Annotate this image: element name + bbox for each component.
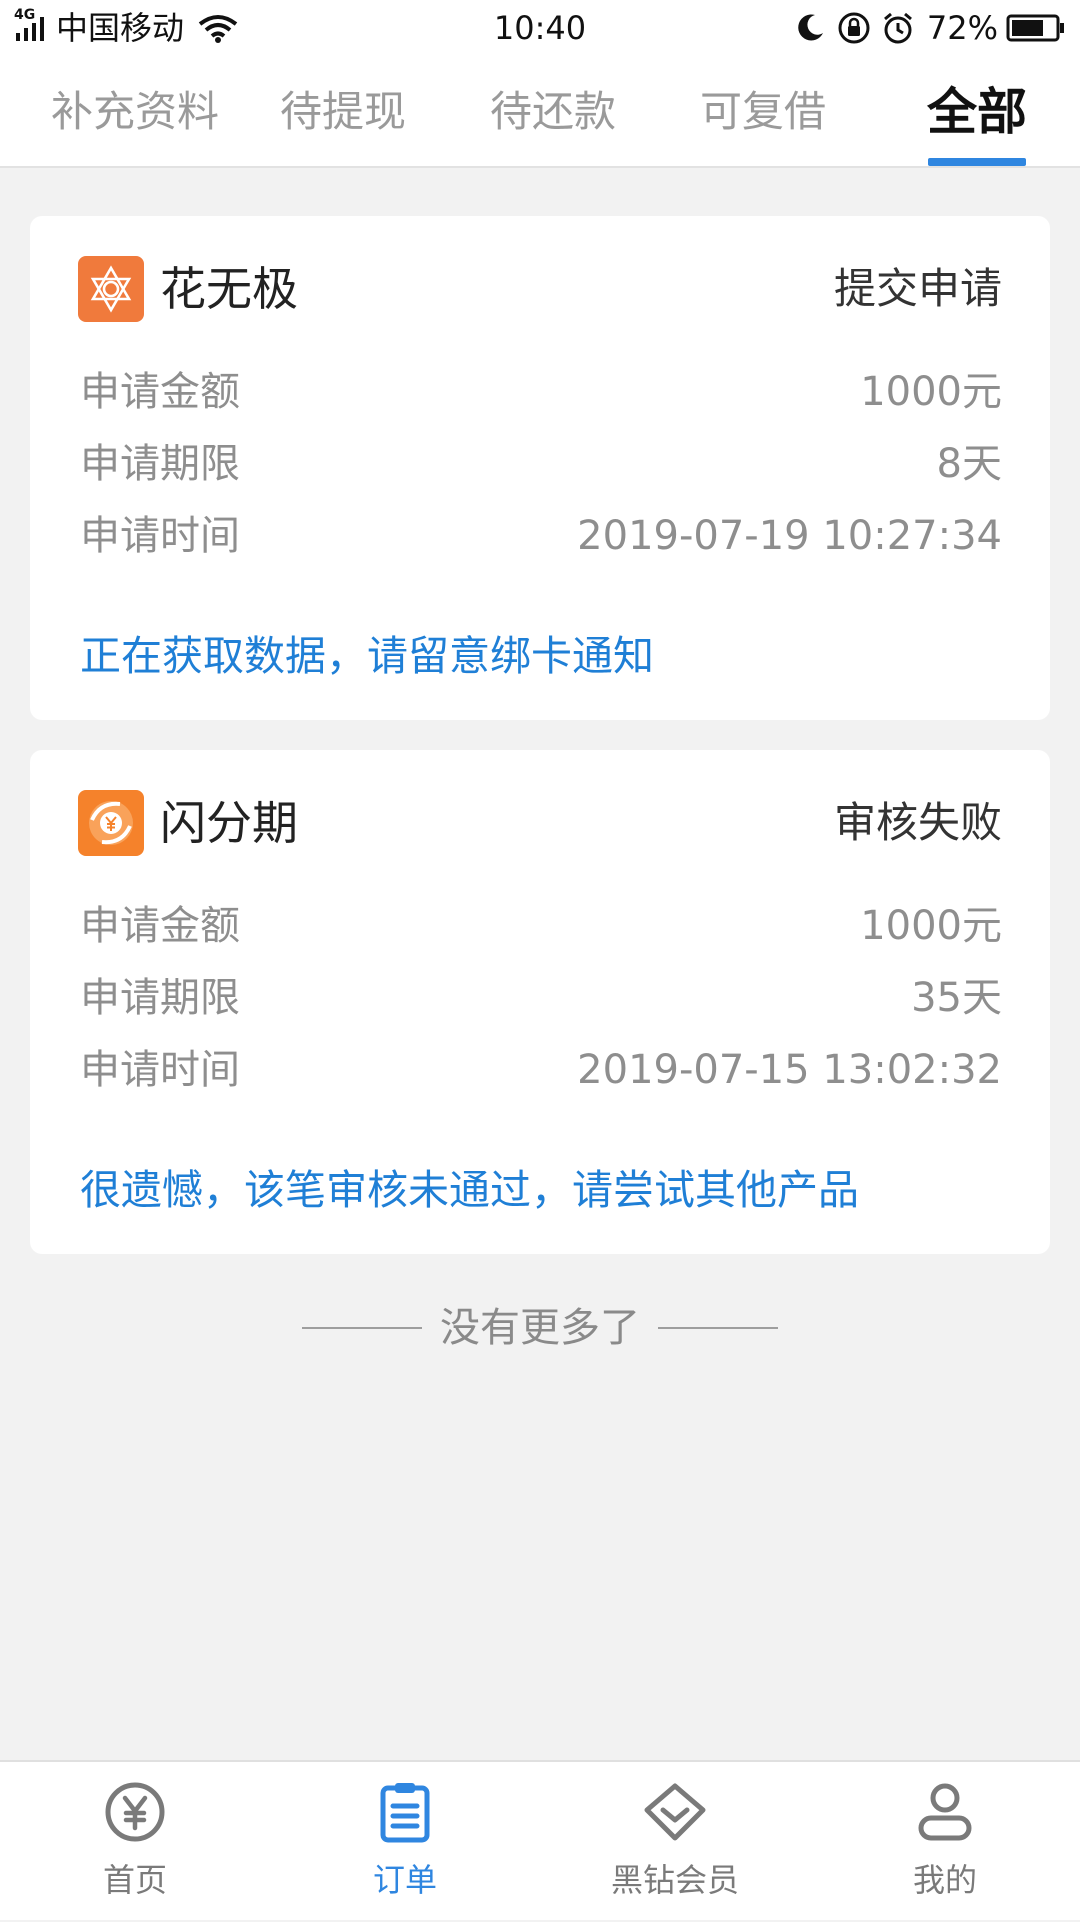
row-label: 申请时间 [80, 513, 240, 559]
order-detail-row: 申请金额 1000元 [80, 896, 1002, 956]
order-detail-row: 申请期限 8天 [80, 434, 1002, 494]
yuan-circle-icon [105, 1782, 165, 1842]
row-value: 35天 [911, 975, 1002, 1021]
order-detail-row: 申请时间 2019-07-19 10:27:34 [80, 506, 1002, 566]
user-icon [918, 1783, 972, 1841]
status-bar: 4G 中国移动 10:40 72% [0, 0, 1080, 56]
rotation-lock-icon [838, 12, 870, 44]
tab-pending-withdrawal[interactable]: 待提现 [240, 56, 446, 168]
row-value: 2019-07-15 13:02:32 [577, 1047, 1002, 1093]
nav-orders[interactable]: 订单 [270, 1762, 540, 1922]
list-end-text: 没有更多了 [440, 1305, 640, 1351]
moon-icon [798, 14, 823, 41]
clipboard-list-icon [380, 1783, 430, 1843]
order-detail-row: 申请期限 35天 [80, 968, 1002, 1028]
order-detail-row: 申请金额 1000元 [80, 362, 1002, 422]
row-value: 8天 [936, 441, 1002, 487]
order-note: 很遗憾，该笔审核未通过，请尝试其他产品 [80, 1166, 859, 1214]
row-label: 申请金额 [80, 903, 240, 949]
alarm-icon [883, 12, 912, 44]
row-value: 2019-07-19 10:27:34 [577, 513, 1002, 559]
flower-star-icon [78, 256, 144, 322]
nav-label: 首页 [102, 1861, 167, 1899]
list-end-indicator: 没有更多了 [0, 1298, 1080, 1358]
order-card[interactable]: 花无极 提交申请 申请金额 1000元 申请期限 8天 申请时间 2019-07… [30, 216, 1050, 720]
active-tab-indicator [928, 158, 1026, 166]
divider [302, 1327, 422, 1329]
diamond-icon [644, 1783, 706, 1841]
nav-profile[interactable]: 我的 [810, 1762, 1080, 1922]
order-filter-tabs: 补充资料 待提现 待还款 可复借 全部 [0, 56, 1080, 168]
row-label: 申请时间 [80, 1047, 240, 1093]
tab-all[interactable]: 全部 [900, 56, 1054, 168]
nav-label: 订单 [372, 1861, 437, 1899]
yuan-swirl-icon [78, 790, 144, 856]
row-value: 1000元 [860, 903, 1002, 949]
order-detail-row: 申请时间 2019-07-15 13:02:32 [80, 1040, 1002, 1100]
tab-reborrowable[interactable]: 可复借 [660, 56, 866, 168]
nav-home[interactable]: 首页 [0, 1762, 270, 1922]
row-label: 申请金额 [80, 369, 240, 415]
nav-black-diamond-member[interactable]: 黑钻会员 [540, 1762, 810, 1922]
battery-percent: 72% [926, 9, 998, 47]
product-name: 花无极 [160, 262, 298, 316]
row-label: 申请期限 [80, 441, 240, 487]
order-status: 审核失败 [833, 798, 1002, 847]
order-card[interactable]: 闪分期 审核失败 申请金额 1000元 申请期限 35天 申请时间 2019-0… [30, 750, 1050, 1254]
row-label: 申请期限 [80, 975, 240, 1021]
bottom-nav: 首页 订单 黑钻会员 我的 [0, 1760, 1080, 1920]
product-name: 闪分期 [160, 796, 298, 850]
order-note: 正在获取数据，请留意绑卡通知 [80, 632, 654, 680]
tab-pending-repayment[interactable]: 待还款 [450, 56, 656, 168]
order-status: 提交申请 [833, 264, 1002, 313]
divider [658, 1327, 778, 1329]
nav-label: 黑钻会员 [610, 1861, 739, 1899]
row-value: 1000元 [860, 369, 1002, 415]
battery-icon [1006, 14, 1064, 42]
nav-label: 我的 [912, 1861, 977, 1899]
status-bar-right: 72% [783, 8, 1066, 48]
tab-supplement-info[interactable]: 补充资料 [32, 56, 238, 168]
